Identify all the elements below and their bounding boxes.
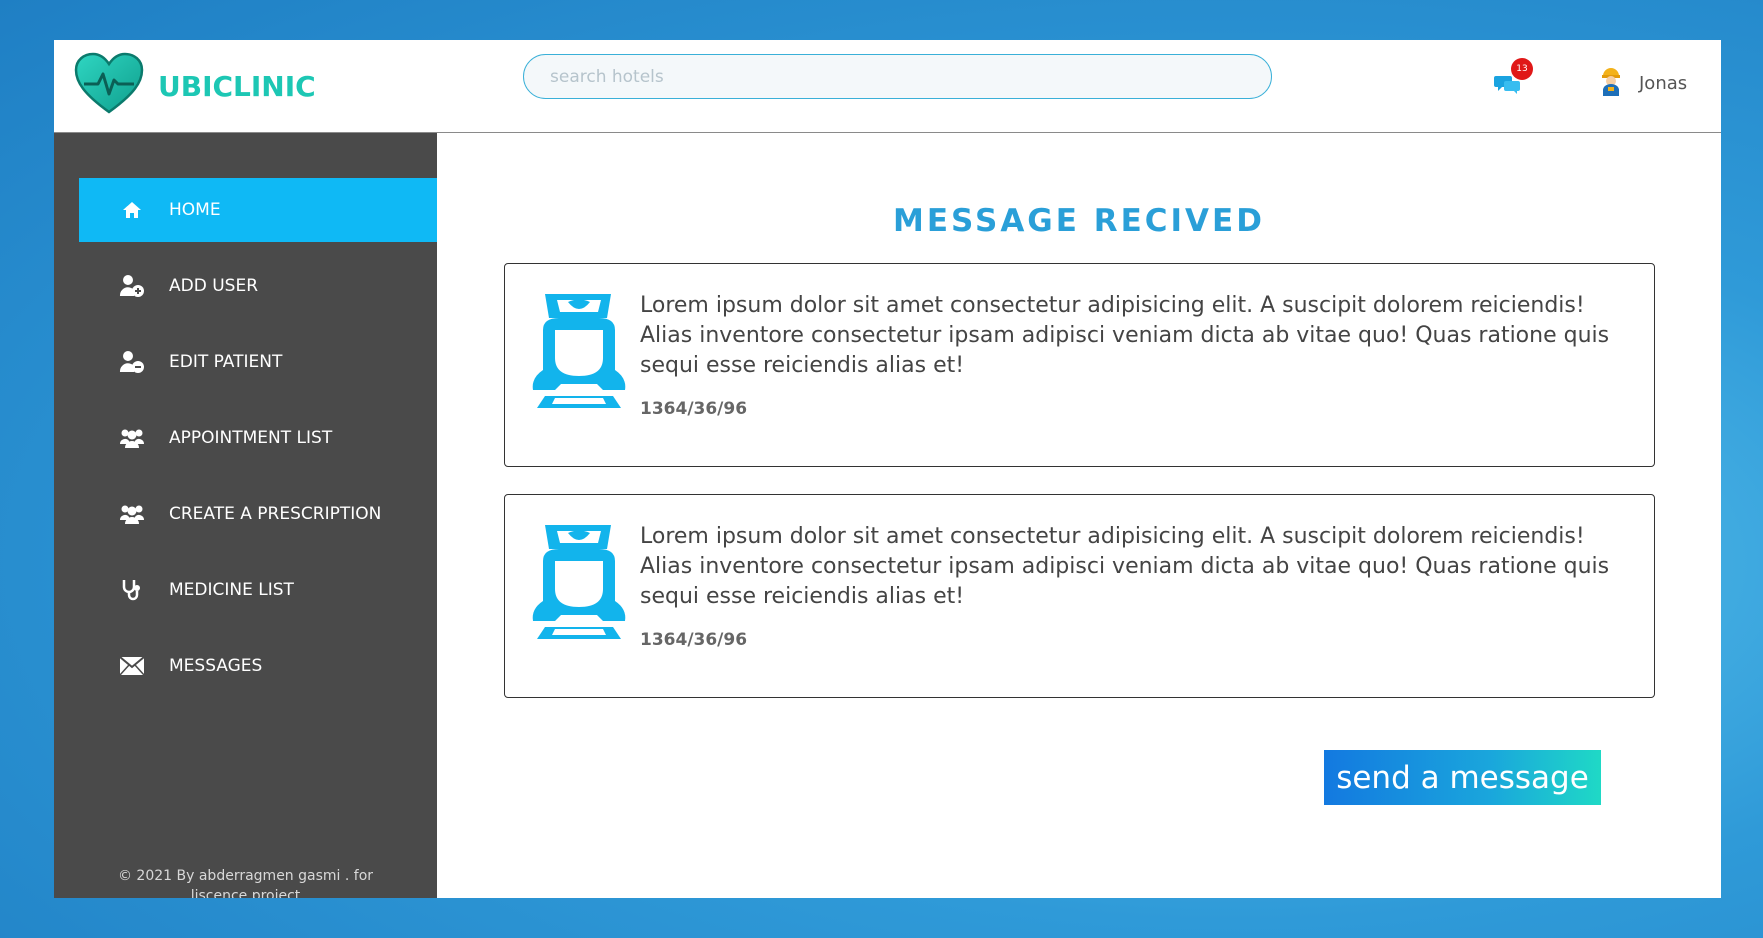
user-add-icon bbox=[117, 274, 147, 298]
notification-badge: 13 bbox=[1511, 58, 1533, 80]
sidebar-item-label: ADD USER bbox=[169, 276, 259, 296]
brand-logo[interactable]: UBICLINIC bbox=[74, 52, 316, 120]
sidebar-item-create-prescription[interactable]: CREATE A PRESCRIPTION bbox=[79, 482, 437, 546]
message-text: Lorem ipsum dolor sit amet consectetur a… bbox=[640, 293, 1610, 378]
nurse-icon bbox=[531, 290, 627, 416]
sidebar-footer: © 2021 By abderragmen gasmi . for liscen… bbox=[54, 866, 437, 898]
message-date: 1364/36/96 bbox=[640, 399, 748, 419]
envelope-icon bbox=[117, 656, 147, 676]
footer-line: liscence project bbox=[190, 888, 301, 898]
message-text: Lorem ipsum dolor sit amet consectetur a… bbox=[640, 524, 1610, 609]
users-group-icon bbox=[117, 503, 147, 525]
nurse-icon bbox=[531, 521, 627, 647]
stethoscope-icon bbox=[117, 578, 147, 602]
sidebar: HOME ADD USER EDIT PATIENT APPOINTMENT L… bbox=[54, 133, 437, 898]
sidebar-item-edit-patient[interactable]: EDIT PATIENT bbox=[79, 330, 437, 394]
search-input[interactable] bbox=[523, 54, 1272, 99]
page-title: MESSAGE RECIVED bbox=[893, 203, 1265, 239]
message-card[interactable]: Lorem ipsum dolor sit amet consectetur a… bbox=[504, 263, 1655, 467]
main-content: MESSAGE RECIVED Lorem ipsum dolor sit am… bbox=[437, 133, 1721, 898]
message-date: 1364/36/96 bbox=[640, 630, 748, 650]
user-remove-icon bbox=[117, 350, 147, 374]
sidebar-item-label: MEDICINE LIST bbox=[169, 580, 294, 600]
sidebar-item-label: CREATE A PRESCRIPTION bbox=[169, 504, 382, 524]
sidebar-item-label: APPOINTMENT LIST bbox=[169, 428, 333, 448]
user-menu[interactable]: Jonas bbox=[1599, 66, 1687, 100]
sidebar-item-label: MESSAGES bbox=[169, 656, 263, 676]
heart-pulse-icon bbox=[74, 52, 144, 120]
sidebar-item-medicine-list[interactable]: MEDICINE LIST bbox=[79, 558, 437, 622]
users-group-icon bbox=[117, 427, 147, 449]
message-card[interactable]: Lorem ipsum dolor sit amet consectetur a… bbox=[504, 494, 1655, 698]
footer-line: © 2021 By abderragmen gasmi . for bbox=[117, 868, 374, 884]
send-message-button[interactable]: send a message bbox=[1324, 750, 1601, 805]
worker-avatar-icon bbox=[1599, 66, 1623, 100]
user-name: Jonas bbox=[1639, 72, 1688, 94]
sidebar-item-label: EDIT PATIENT bbox=[169, 352, 283, 372]
app-window: UBICLINIC 13 Jonas bbox=[54, 40, 1721, 898]
sidebar-item-add-user[interactable]: ADD USER bbox=[79, 254, 437, 318]
sidebar-item-messages[interactable]: MESSAGES bbox=[79, 634, 437, 698]
sidebar-item-home[interactable]: HOME bbox=[79, 178, 437, 242]
sidebar-item-label: HOME bbox=[169, 200, 221, 220]
home-icon bbox=[117, 201, 147, 219]
top-bar: UBICLINIC 13 Jonas bbox=[54, 40, 1721, 133]
messages-notification[interactable]: 13 bbox=[1494, 58, 1536, 100]
brand-name: UBICLINIC bbox=[158, 69, 316, 103]
sidebar-item-appointment-list[interactable]: APPOINTMENT LIST bbox=[79, 406, 437, 470]
